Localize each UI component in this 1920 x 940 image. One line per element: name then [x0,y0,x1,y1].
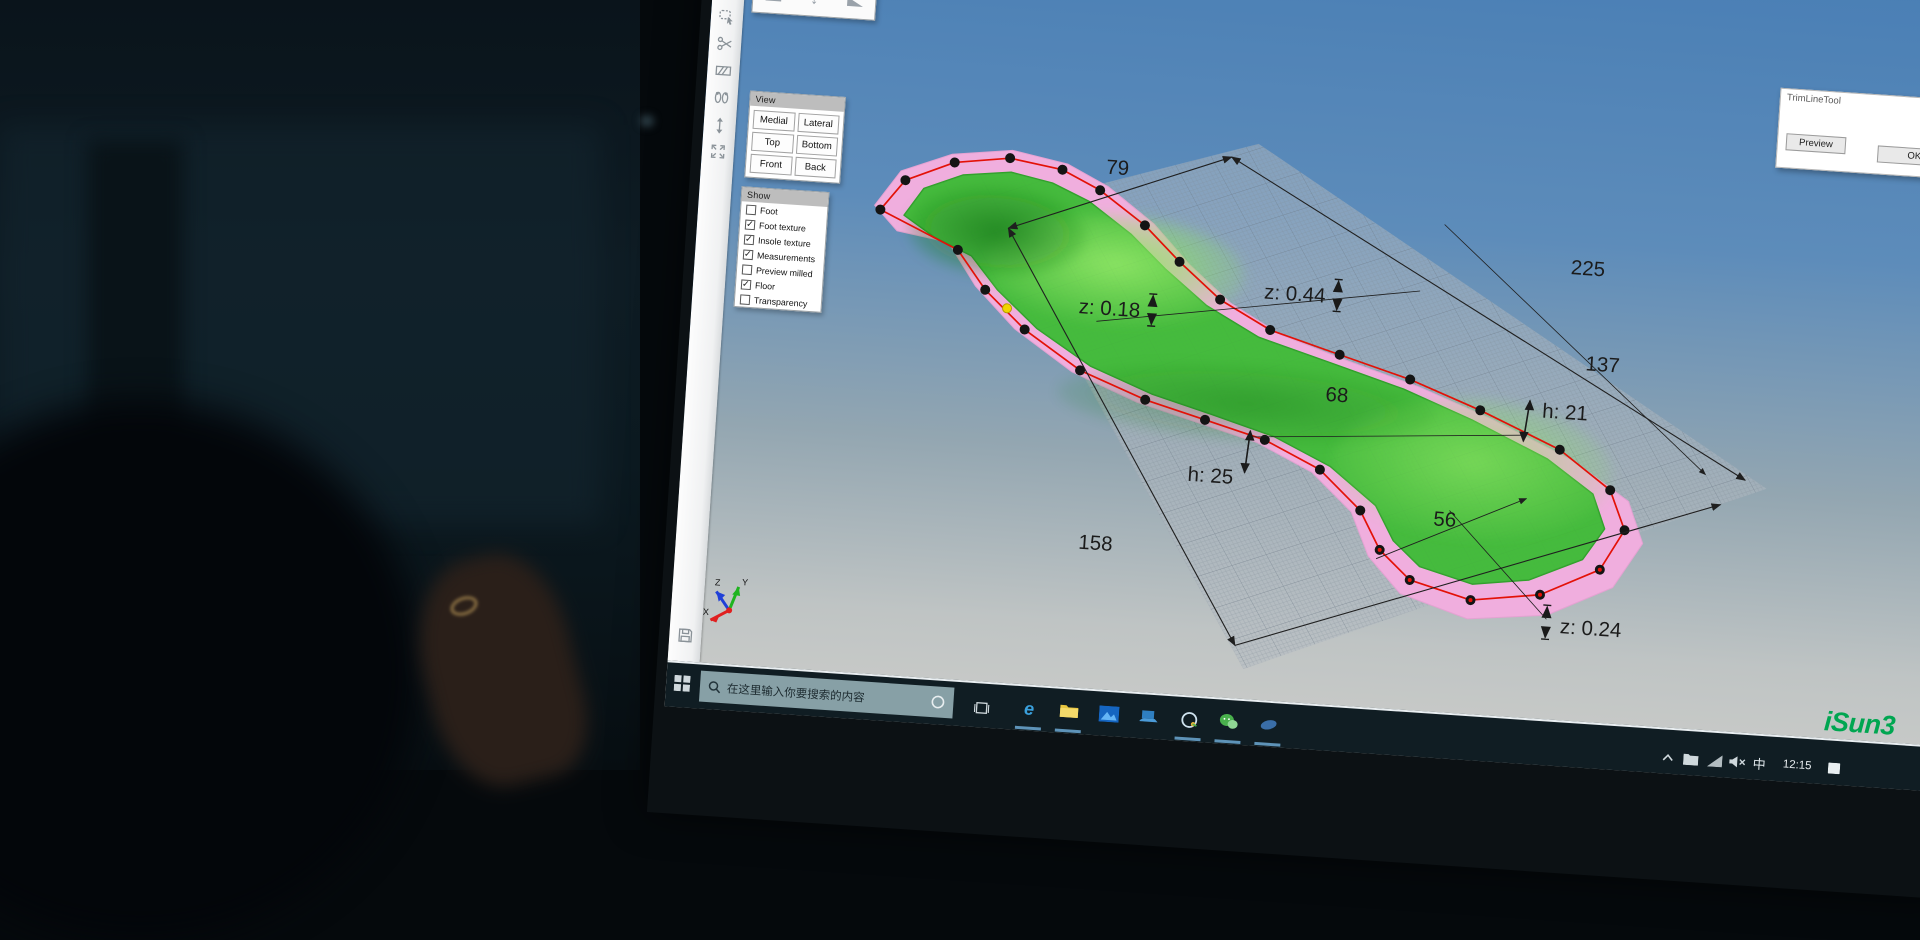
tilt-right-icon[interactable] [834,0,877,19]
measure-z-arch: z: 0.44 [1263,281,1326,308]
viewport-3d[interactable]: 79 225 137 h: 21 68 z: 0.44 z: 0.18 h: 2… [668,0,1920,747]
app-icon[interactable] [1256,714,1281,736]
lasso-select-icon[interactable] [714,4,740,30]
photos-icon[interactable] [1096,703,1121,725]
reflection-glint [640,115,654,127]
checkbox-foot-texture[interactable] [745,219,756,230]
wifi-icon[interactable] [1705,752,1724,768]
volume-muted-icon[interactable] [1727,754,1748,770]
vertical-resize-icon[interactable] [707,113,733,139]
save-icon[interactable] [673,623,699,649]
tilt-left-icon[interactable] [752,0,795,13]
cortana-icon[interactable] [930,694,946,710]
show-panel: Show Foot Foot texture Insole texture Me… [734,186,830,313]
wechat-running-indicator [1214,739,1240,743]
view-front-button[interactable]: Front [750,154,793,176]
tray-folder-icon[interactable] [1681,751,1700,767]
qq-icon[interactable] [1176,707,1202,733]
axis-z-label: Z [715,577,722,587]
measure-h-lateral: h: 21 [1542,400,1589,426]
scissors-icon[interactable] [712,31,738,57]
view-top-button[interactable]: Top [751,132,794,154]
explorer-running-indicator [1055,728,1081,732]
notification-center-icon[interactable] [1827,761,1842,774]
measure-lateral-length: 225 [1570,256,1606,281]
axis-indicator: Z Y X [702,575,748,625]
view-lateral-button[interactable]: Lateral [797,113,840,135]
checkbox-transparency[interactable] [740,294,751,305]
qq-running-indicator [1175,737,1201,741]
feet-icon[interactable] [709,85,735,111]
measure-medial-length: 158 [1078,531,1114,556]
view-panel: View Medial Lateral Top Bottom Front Bac… [744,91,846,184]
measure-toe-width: 79 [1106,156,1130,180]
isun3d-watermark: iSun3 [1823,706,1896,742]
selected-point[interactable] [1002,304,1012,314]
windows-start-button[interactable] [671,673,692,694]
measure-z-medial: z: 0.18 [1078,295,1141,322]
texture-icon[interactable] [711,58,737,84]
measure-z-heel: z: 0.24 [1559,615,1622,642]
edge-running-indicator [1015,726,1041,730]
search-icon [708,680,722,694]
edge-icon[interactable]: e [1016,696,1042,722]
preview-button[interactable]: Preview [1785,133,1846,154]
axis-x-label: X [703,607,710,617]
app-running-indicator [1254,742,1280,746]
task-view-icon[interactable] [971,697,992,718]
trimlinetool-dialog: TrimLineTool Preview OK [1775,88,1920,182]
measure-h-medial: h: 25 [1187,463,1234,489]
taskbar-clock[interactable]: 12:15 [1775,756,1820,775]
wechat-icon[interactable] [1216,710,1241,734]
checkbox-floor[interactable] [741,279,752,290]
arrow-down-icon[interactable]: ↓ [793,0,836,16]
measure-heel-width: 56 [1433,507,1457,531]
checkbox-foot[interactable] [746,204,757,215]
measure-arch-width: 68 [1325,383,1349,407]
ok-button[interactable]: OK [1877,145,1920,167]
checkbox-measurements[interactable] [743,249,754,260]
explorer-icon[interactable] [1056,701,1081,723]
axis-y-label: Y [742,577,749,587]
view-bottom-button[interactable]: Bottom [795,135,838,157]
checkbox-preview-milled[interactable] [742,264,753,275]
view-back-button[interactable]: Back [794,157,837,179]
ime-indicator[interactable]: 中 [1749,752,1770,773]
monitor-screen: 79 225 137 h: 21 68 z: 0.44 z: 0.18 h: 2… [665,0,1920,793]
tray-chevron-icon[interactable] [1659,749,1676,766]
measure-mid-width: 137 [1585,352,1621,377]
laptop-icon[interactable] [1136,706,1161,728]
expand-icon[interactable] [705,139,731,165]
view-medial-button[interactable]: Medial [753,110,796,132]
checkbox-insole-texture[interactable] [744,234,755,245]
